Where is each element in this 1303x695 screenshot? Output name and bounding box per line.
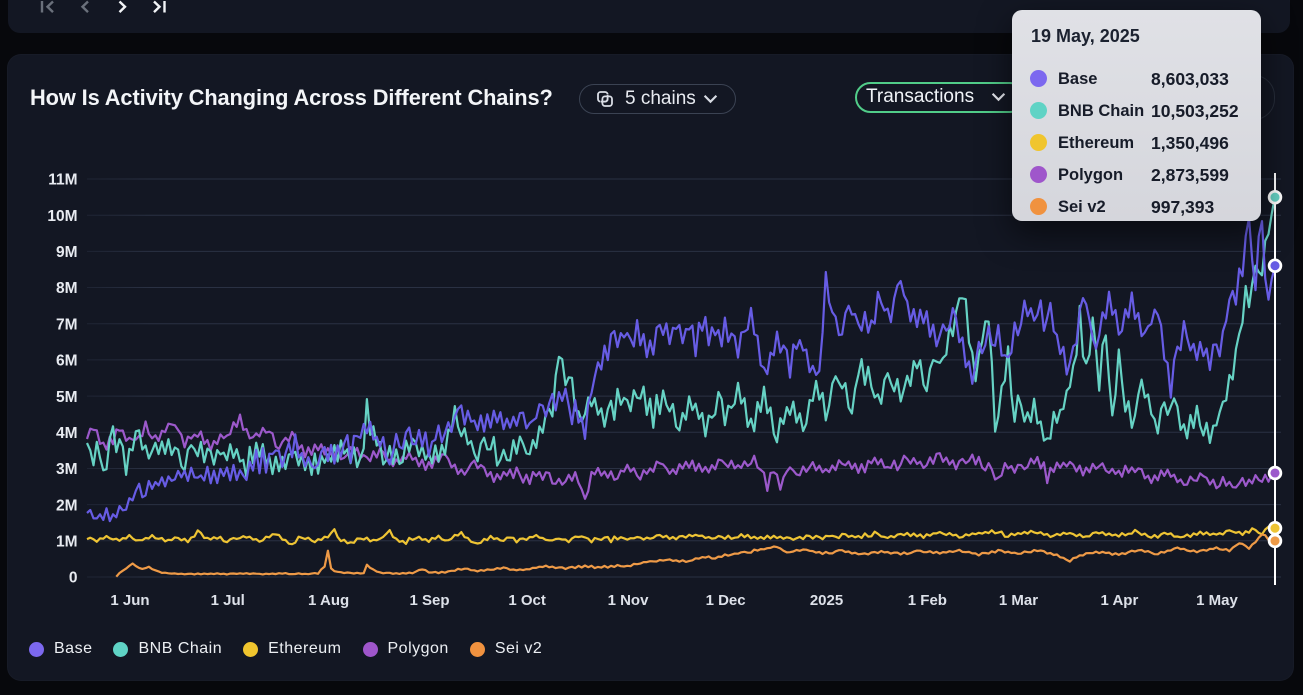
svg-text:1 Oct: 1 Oct (508, 592, 546, 609)
svg-text:2M: 2M (56, 497, 78, 514)
svg-text:5M: 5M (56, 389, 78, 406)
svg-text:1 Jun: 1 Jun (110, 592, 149, 609)
svg-text:8M: 8M (56, 280, 78, 297)
svg-text:6M: 6M (56, 353, 78, 370)
svg-text:1 Mar: 1 Mar (999, 592, 1038, 609)
svg-text:1 Sep: 1 Sep (409, 592, 449, 609)
svg-text:9M: 9M (56, 244, 78, 261)
svg-text:1 Jul: 1 Jul (211, 592, 245, 609)
svg-text:10M: 10M (47, 208, 77, 225)
svg-text:1 Nov: 1 Nov (608, 592, 650, 609)
svg-text:1 May: 1 May (1196, 592, 1238, 609)
svg-text:1 Feb: 1 Feb (908, 592, 947, 609)
svg-text:2025: 2025 (810, 592, 843, 609)
svg-text:0: 0 (69, 570, 78, 587)
svg-text:7M: 7M (56, 316, 78, 333)
svg-text:3M: 3M (56, 461, 78, 478)
svg-text:1 Dec: 1 Dec (706, 592, 746, 609)
svg-text:1 Apr: 1 Apr (1101, 592, 1139, 609)
svg-text:1M: 1M (56, 534, 78, 551)
svg-text:4M: 4M (56, 425, 78, 442)
svg-text:1 Aug: 1 Aug (308, 592, 349, 609)
svg-text:11M: 11M (48, 172, 77, 189)
